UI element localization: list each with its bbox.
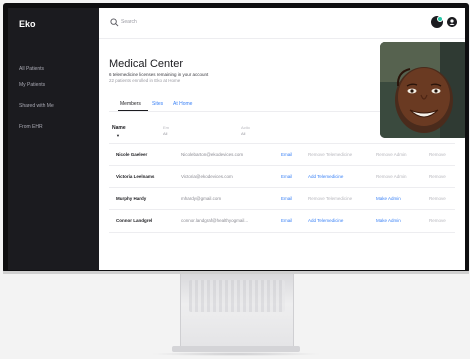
page-note: 22 patients enrolled in Eko at Home (109, 78, 181, 83)
admin-action[interactable]: Make Admin (376, 196, 401, 201)
row-email: mhardy@gmail.com (181, 196, 222, 201)
sidebar-item-all-patients[interactable]: All Patients (19, 66, 44, 72)
row-name: Murphy Hardy (116, 196, 147, 201)
column-header-name[interactable]: Name (112, 125, 126, 131)
remove-action[interactable]: Remove (429, 196, 446, 201)
monitor-stand (180, 274, 294, 349)
admin-action[interactable]: Make Admin (376, 218, 401, 223)
tab-sites[interactable]: Sites (152, 101, 163, 107)
column-filter-actions[interactable]: All (241, 131, 245, 136)
tab-at-home[interactable]: At Home (173, 101, 192, 107)
column-filter-email[interactable]: All (163, 131, 167, 136)
admin-action[interactable]: Remove Admin (376, 174, 407, 179)
email-link[interactable]: Email (281, 196, 292, 201)
tab-members[interactable]: Members (120, 101, 141, 107)
telemedicine-action[interactable]: Add Telemedicine (308, 174, 343, 179)
monitor-bezel: Eko All Patients My Patients Shared with… (3, 3, 469, 273)
search-icon[interactable] (110, 18, 119, 27)
row-email: connor.landgraf@healthyogmail... (181, 218, 249, 223)
monitor-screen: Eko All Patients My Patients Shared with… (8, 8, 465, 270)
row-email: Nicolebarton@ekodevices.com (181, 152, 244, 157)
table-row[interactable]: Victoria Leelnams Victoria@ekodevices.co… (109, 165, 455, 188)
video-participant-image (380, 42, 465, 138)
telemedicine-action[interactable]: Remove Telemedicine (308, 152, 352, 157)
admin-action[interactable]: Remove Admin (376, 152, 407, 157)
telemedicine-action[interactable]: Remove Telemedicine (308, 196, 352, 201)
sidebar-item-my-patients[interactable]: My Patients (19, 82, 45, 88)
table-row[interactable]: Connor Landgrel connor.landgraf@healthyo… (109, 209, 455, 233)
sidebar-item-from-ehr[interactable]: From EHR (19, 124, 43, 130)
stand-shadow (150, 352, 322, 356)
email-link[interactable]: Email (281, 174, 292, 179)
column-header-email[interactable]: Em (163, 125, 169, 130)
email-link[interactable]: Email (281, 152, 292, 157)
app-logo: Eko (19, 19, 36, 29)
profile-icon[interactable] (447, 17, 457, 27)
column-header-actions[interactable]: Actio (241, 125, 250, 130)
email-link[interactable]: Email (281, 218, 292, 223)
row-name: Connor Landgrel (116, 218, 153, 223)
top-bar: Search (99, 8, 465, 39)
row-email: Victoria@ekodevices.com (181, 174, 233, 179)
sidebar-item-shared-with-me[interactable]: Shared with Me (19, 103, 54, 109)
row-name: Nicole Gaeleer (116, 152, 148, 157)
page-title: Medical Center (109, 58, 183, 70)
remove-action[interactable]: Remove (429, 152, 446, 157)
search-input[interactable]: Search (121, 19, 137, 25)
remove-action[interactable]: Remove (429, 174, 446, 179)
telemedicine-action[interactable]: Add Telemedicine (308, 218, 343, 223)
table-row[interactable]: Murphy Hardy mhardy@gmail.com Email Remo… (109, 187, 455, 210)
sort-caret-icon[interactable]: ▼ (116, 133, 120, 138)
remove-action[interactable]: Remove (429, 218, 446, 223)
stand-cutout (189, 280, 285, 312)
video-call-tile[interactable] (380, 42, 465, 138)
table-row[interactable]: Nicole Gaeleer Nicolebarton@ekodevices.c… (109, 143, 455, 166)
status-dot (437, 16, 443, 22)
sidebar: Eko All Patients My Patients Shared with… (8, 8, 99, 270)
page-subtitle: 6 telemedicine licenses remaining in you… (109, 72, 209, 77)
status-icon[interactable] (431, 16, 443, 28)
row-name: Victoria Leelnams (116, 174, 155, 179)
